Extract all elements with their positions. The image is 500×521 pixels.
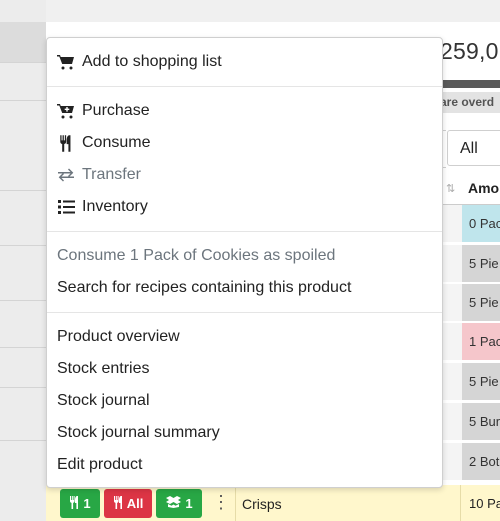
menu-item-label: Consume 1 Pack of Cookies as spoiled	[57, 247, 336, 264]
box-open-icon	[165, 496, 182, 511]
consume-one-label: 1	[83, 496, 91, 511]
product-context-menu: Add to shopping list Purchase Consume Tr…	[46, 37, 443, 488]
amount-cell: 1 Pac	[469, 334, 500, 349]
table-row: 5 Pie	[440, 245, 500, 283]
ellipsis-vertical-icon[interactable]: ⋮	[212, 489, 230, 518]
menu-item-label: Stock journal summary	[57, 424, 220, 441]
menu-divider	[47, 312, 442, 313]
amount-cell: 2 Bot	[469, 454, 500, 469]
amount-cell: 5 Bur	[469, 414, 500, 429]
stock-value-total: 259,0	[440, 38, 499, 64]
sidebar	[0, 0, 46, 521]
product-name-cell[interactable]: Crisps	[242, 496, 282, 512]
sidebar-divider	[0, 440, 46, 441]
sidebar-active-item[interactable]	[0, 22, 46, 62]
menu-item-label: Search for recipes containing this produ…	[57, 279, 352, 296]
shopping-cart-icon	[57, 53, 75, 71]
amount-cell: 5 Pie	[469, 295, 499, 310]
menu-item-add-to-shopping-list[interactable]: Add to shopping list	[57, 48, 222, 76]
exchange-icon	[57, 166, 75, 184]
menu-item-label: Inventory	[82, 198, 148, 215]
amount-column-header[interactable]: Amo	[468, 180, 499, 196]
menu-item-label: Consume	[82, 134, 151, 151]
cell-gap	[440, 363, 462, 400]
consume-all-button[interactable]: All	[104, 489, 152, 518]
utensils-icon	[57, 134, 75, 152]
menu-item-stock-journal[interactable]: Stock journal	[57, 387, 150, 415]
cell-gap	[440, 205, 462, 242]
cell-gap	[440, 284, 462, 321]
amount-cell: 0 Pac	[469, 216, 500, 231]
list-icon	[57, 198, 75, 216]
menu-item-transfer[interactable]: Transfer	[57, 161, 141, 189]
open-one-label: 1	[185, 496, 193, 511]
cell-gap	[440, 443, 462, 480]
header-rule	[440, 80, 500, 88]
cart-plus-icon	[57, 102, 75, 120]
sidebar-divider	[0, 245, 46, 246]
status-filter-select[interactable]: All	[447, 130, 500, 166]
amount-cell: 10 Pa	[469, 496, 500, 511]
sidebar-divider	[0, 190, 46, 191]
utensils-icon	[69, 495, 80, 512]
table-row: 5 Bur	[440, 403, 500, 441]
menu-item-stock-entries[interactable]: Stock entries	[57, 355, 149, 383]
sort-icon[interactable]: ⇅	[446, 182, 455, 195]
cell-divider	[235, 485, 236, 521]
utensils-icon	[113, 495, 124, 512]
consume-all-label: All	[126, 496, 144, 511]
menu-divider	[47, 86, 442, 87]
menu-item-label: Add to shopping list	[82, 53, 222, 70]
menu-item-inventory[interactable]: Inventory	[57, 193, 148, 221]
menu-item-label: Edit product	[57, 456, 143, 473]
open-one-button[interactable]: 1	[156, 489, 202, 518]
menu-item-label: Transfer	[82, 166, 141, 183]
menu-item-consume-spoiled[interactable]: Consume 1 Pack of Cookies as spoiled	[57, 242, 335, 270]
amount-cell: 5 Pie	[469, 374, 499, 389]
menu-divider	[47, 231, 442, 232]
sidebar-divider	[0, 100, 46, 101]
sidebar-divider	[0, 347, 46, 348]
menu-item-edit-product[interactable]: Edit product	[57, 451, 142, 479]
menu-item-search-recipes[interactable]: Search for recipes containing this produ…	[57, 274, 351, 302]
menu-item-product-overview[interactable]: Product overview	[57, 323, 180, 351]
overdue-filter-badge[interactable]: are overd	[440, 92, 500, 113]
cell-divider	[460, 485, 461, 521]
menu-item-label: Product overview	[57, 328, 180, 345]
table-row: 5 Pie	[440, 363, 500, 401]
cell-gap	[440, 245, 462, 282]
menu-item-consume[interactable]: Consume	[57, 129, 150, 157]
sidebar-divider	[0, 300, 46, 301]
table-row: 5 Pie	[440, 284, 500, 322]
cell-gap	[440, 323, 462, 360]
menu-item-label: Stock journal	[57, 392, 150, 409]
consume-one-button[interactable]: 1	[60, 489, 100, 518]
menu-item-purchase[interactable]: Purchase	[57, 97, 150, 125]
table-row: 2 Bot	[440, 443, 500, 481]
table-row: 1 Pac	[440, 323, 500, 361]
cell-gap	[440, 403, 462, 440]
menu-item-stock-journal-summary[interactable]: Stock journal summary	[57, 419, 220, 447]
table-row: 0 Pac	[440, 205, 500, 243]
menu-item-label: Purchase	[82, 102, 150, 119]
menu-item-label: Stock entries	[57, 360, 150, 377]
sidebar-divider	[0, 62, 46, 63]
sidebar-divider	[0, 387, 46, 388]
amount-cell: 5 Pie	[469, 256, 499, 271]
